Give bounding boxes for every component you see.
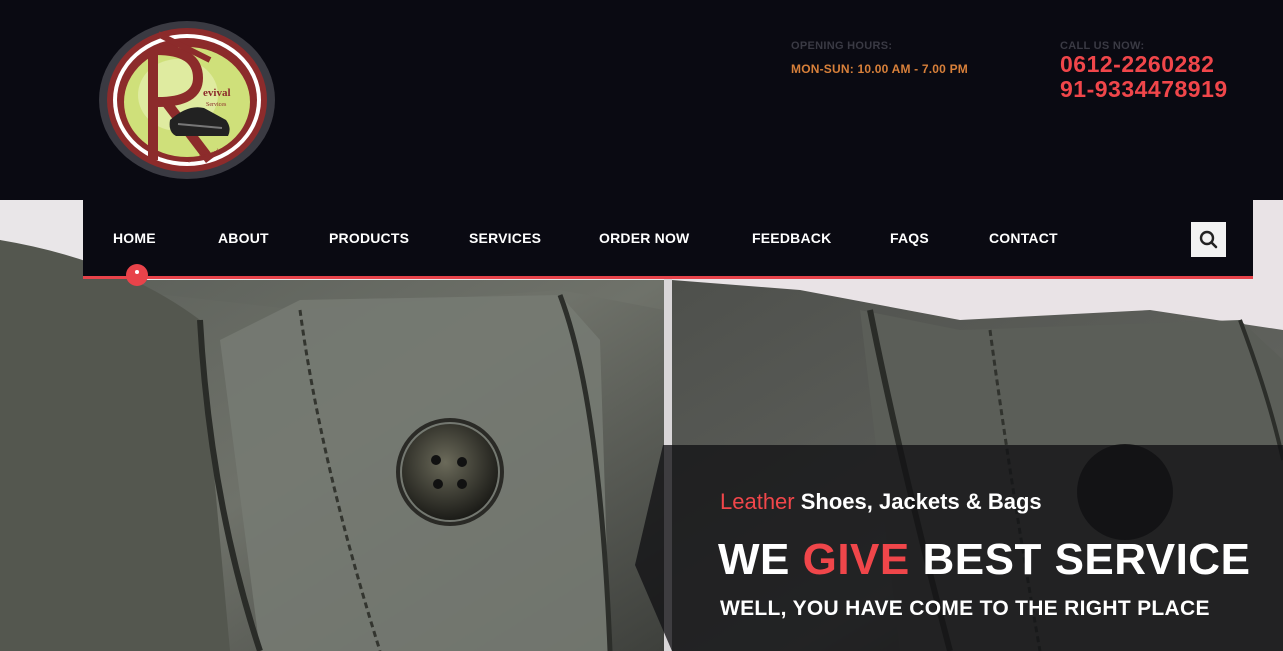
phone-number-1[interactable]: 0612-2260282	[1060, 52, 1228, 77]
caption-notch	[635, 445, 672, 651]
opening-hours: OPENING HOURS: MON-SUN: 10.00 AM - 7.00 …	[791, 40, 968, 76]
nav-item-order-now[interactable]: ORDER NOW	[599, 230, 689, 246]
search-button[interactable]	[1191, 222, 1226, 257]
site-header: evival Services Care for Leather OPENING…	[0, 0, 1283, 200]
logo-name: evival	[203, 87, 231, 99]
logo-sub: Services	[206, 102, 227, 108]
hero-subtitle: Leather Shoes, Jackets & Bags	[720, 489, 1042, 515]
logo[interactable]: evival Services Care for Leather	[98, 20, 276, 180]
opening-hours-value: MON-SUN: 10.00 AM - 7.00 PM	[791, 62, 968, 76]
hero-tagline: WELL, YOU HAVE COME TO THE RIGHT PLACE	[720, 597, 1210, 620]
call-us: CALL US NOW: 0612-2260282 91-9334478919	[1060, 40, 1228, 102]
hero-title-part2: BEST SERVICE	[909, 535, 1251, 584]
nav-item-services[interactable]: SERVICES	[469, 230, 541, 246]
nav-item-feedback[interactable]: FEEDBACK	[752, 230, 831, 246]
hero-title-part1: WE	[718, 535, 803, 584]
hero-title-accent: GIVE	[802, 535, 910, 584]
opening-hours-label: OPENING HOURS:	[791, 40, 893, 52]
nav-item-contact[interactable]: CONTACT	[989, 230, 1058, 246]
hero-title: WE GIVE BEST SERVICE	[718, 535, 1250, 585]
active-indicator-dot	[126, 264, 148, 286]
nav-item-about[interactable]: ABOUT	[218, 230, 269, 246]
nav-item-products[interactable]: PRODUCTS	[329, 230, 409, 246]
nav-item-home[interactable]: HOME	[113, 230, 156, 246]
hero-subtitle-accent: Leather	[720, 489, 795, 514]
search-icon	[1199, 230, 1218, 249]
nav-item-faqs[interactable]: FAQS	[890, 230, 929, 246]
phone-number-2[interactable]: 91-9334478919	[1060, 77, 1228, 102]
hero-subtitle-rest: Shoes, Jackets & Bags	[794, 489, 1042, 514]
main-navigation: HOME ABOUT PRODUCTS SERVICES ORDER NOW F…	[83, 200, 1253, 286]
